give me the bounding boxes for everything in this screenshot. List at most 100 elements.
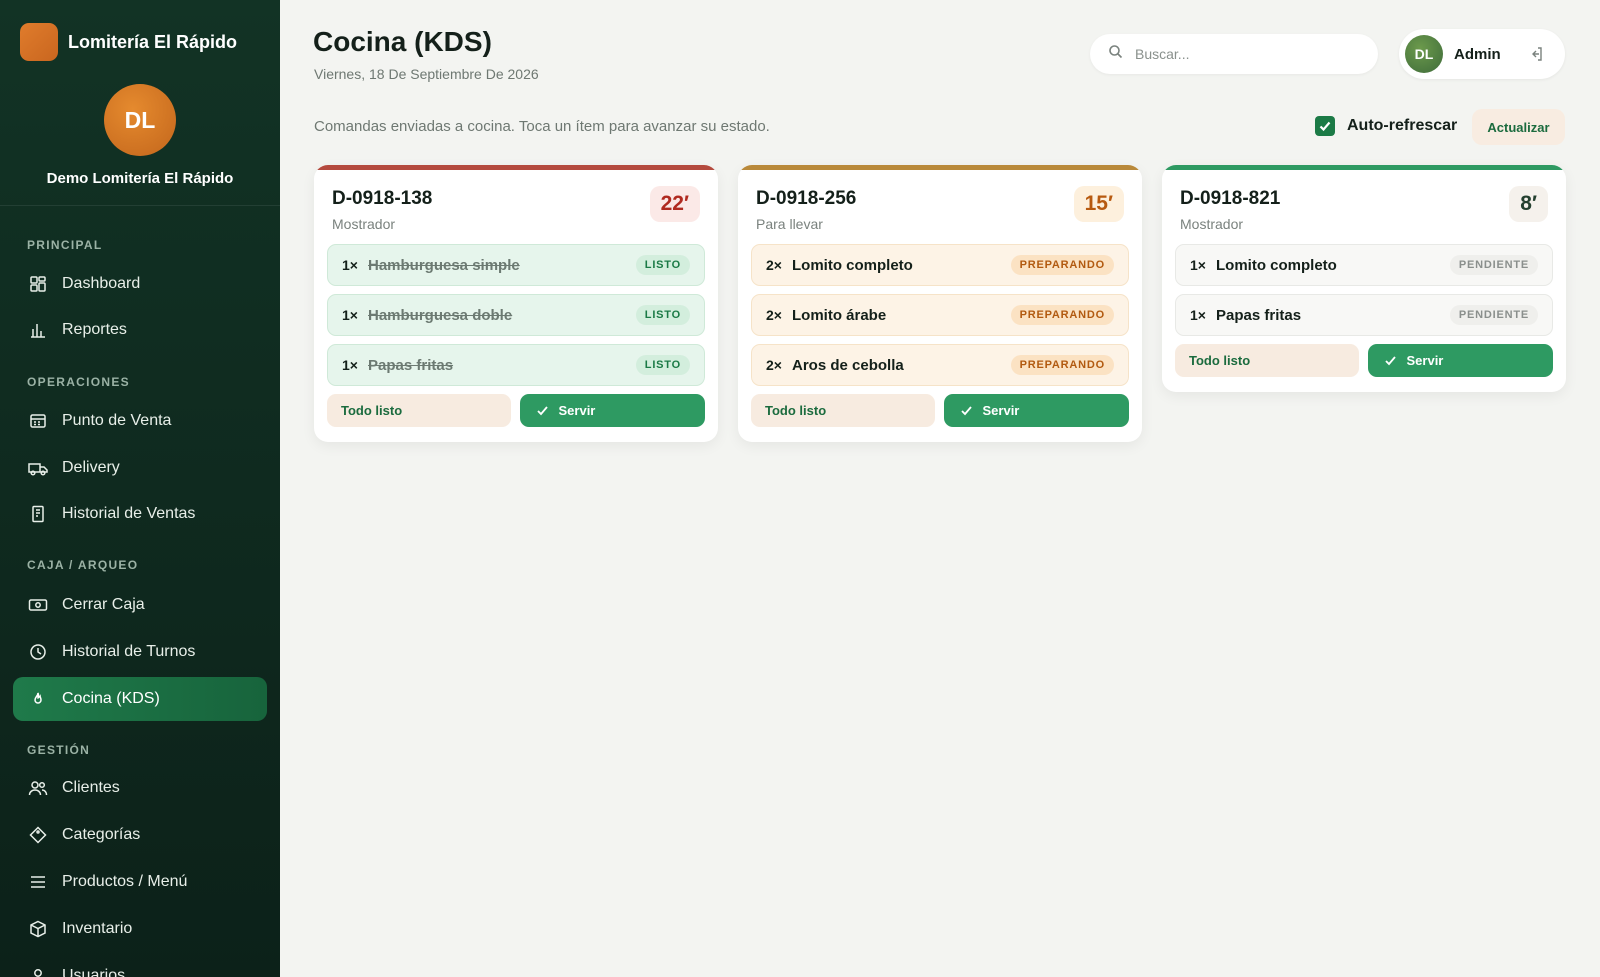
status-badge: PENDIENTE	[1449, 255, 1538, 275]
order-card: D-0918-256 Para llevar 15′ 2× Lomito com…	[738, 165, 1142, 442]
sidebar-item-categorias[interactable]: Categorías	[13, 813, 267, 857]
check-icon	[1384, 356, 1396, 366]
sidebar-item-label: Inventario	[62, 920, 133, 937]
user-icon	[28, 966, 48, 977]
avatar: DL	[1405, 35, 1443, 73]
search-icon	[1108, 44, 1123, 64]
bar-chart-icon	[28, 320, 48, 340]
search-input[interactable]	[1135, 46, 1355, 62]
sidebar-item-clientes[interactable]: Clientes	[13, 766, 267, 810]
sidebar-item-dashboard[interactable]: Dashboard	[13, 262, 267, 306]
item-name: Aros de cebolla	[792, 356, 904, 374]
user-menu[interactable]: DL Admin	[1399, 29, 1565, 79]
order-item[interactable]: 1× Hamburguesa simple LISTO	[327, 244, 705, 286]
order-item[interactable]: 2× Aros de cebolla PREPARANDO	[751, 344, 1129, 386]
item-name: Papas fritas	[1216, 306, 1302, 324]
order-card: D-0918-821 Mostrador 8′ 1× Lomito comple…	[1162, 165, 1566, 392]
refresh-button[interactable]: Actualizar	[1472, 109, 1565, 145]
status-badge: LISTO	[635, 355, 690, 375]
autorefresh-toggle[interactable]: Auto-refrescar	[1315, 116, 1457, 136]
all-ready-button[interactable]: Todo listo	[751, 394, 935, 427]
sidebar-item-label: Clientes	[62, 779, 120, 796]
order-item[interactable]: 2× Lomito árabe PREPARANDO	[751, 294, 1129, 336]
sidebar-item-cerrar-caja[interactable]: Cerrar Caja	[13, 583, 267, 627]
page-date: Viernes, 18 De Septiembre De 2026	[314, 66, 539, 82]
sidebar-item-delivery[interactable]: Delivery	[13, 446, 267, 490]
sidebar-item-usuarios[interactable]: Usuarios	[13, 954, 267, 977]
card-header: D-0918-256 Para llevar 15′	[738, 170, 1142, 244]
sidebar-item-label: Historial de Ventas	[62, 505, 196, 522]
item-qty: 1×	[342, 357, 358, 373]
sidebar-item-label: Cerrar Caja	[62, 596, 145, 613]
page-title: Cocina (KDS)	[313, 26, 492, 57]
sidebar-item-label: Cocina (KDS)	[62, 690, 160, 707]
item-qty: 1×	[1190, 307, 1206, 323]
status-badge: PREPARANDO	[1010, 255, 1114, 275]
brand-logo	[20, 23, 58, 61]
sidebar-item-inventario[interactable]: Inventario	[13, 907, 267, 951]
status-badge: PENDIENTE	[1449, 305, 1538, 325]
card-header: D-0918-138 Mostrador 22′	[314, 170, 718, 244]
brand[interactable]: Lomitería El Rápido	[0, 0, 280, 62]
sidebar-item-label: Historial de Turnos	[62, 643, 196, 660]
card-actions: Todo listo Servir	[751, 394, 1129, 427]
card-actions: Todo listo Servir	[1175, 344, 1553, 377]
status-badge: PREPARANDO	[1010, 305, 1114, 325]
order-type: Mostrador	[1180, 216, 1244, 232]
item-qty: 1×	[1190, 257, 1206, 273]
tag-icon	[28, 825, 48, 845]
sidebar-item-productos[interactable]: Productos / Menú	[13, 860, 267, 904]
sidebar-item-punto-de-venta[interactable]: Punto de Venta	[13, 399, 267, 443]
item-name: Hamburguesa simple	[368, 256, 520, 274]
menu-icon	[28, 872, 48, 892]
autorefresh-checkbox[interactable]	[1315, 116, 1335, 136]
item-qty: 2×	[766, 257, 782, 273]
card-header: D-0918-821 Mostrador 8′	[1162, 170, 1566, 244]
serve-label: Servir	[558, 403, 596, 418]
section-title-principal: PRINCIPAL	[27, 238, 103, 252]
logout-icon[interactable]	[1527, 45, 1545, 63]
order-item[interactable]: 2× Lomito completo PREPARANDO	[751, 244, 1129, 286]
order-item[interactable]: 1× Hamburguesa doble LISTO	[327, 294, 705, 336]
order-card: D-0918-138 Mostrador 22′ 1× Hamburguesa …	[314, 165, 718, 442]
all-ready-button[interactable]: Todo listo	[1175, 344, 1359, 377]
truck-icon	[28, 458, 48, 478]
serve-label: Servir	[982, 403, 1020, 418]
sidebar-item-label: Usuarios	[62, 967, 126, 977]
item-qty: 2×	[766, 357, 782, 373]
sidebar-item-historial-turnos[interactable]: Historial de Turnos	[13, 630, 267, 674]
register-icon	[28, 411, 48, 431]
status-badge: LISTO	[635, 255, 690, 275]
serve-button[interactable]: Servir	[519, 394, 705, 427]
clock-icon	[28, 642, 48, 662]
page-subtitle: Comandas enviadas a cocina. Toca un ítem…	[314, 118, 770, 135]
user-name: Admin	[1454, 45, 1501, 63]
grid-icon	[28, 274, 48, 294]
order-timer: 22′	[649, 186, 700, 222]
autorefresh-label: Auto-refrescar	[1347, 117, 1458, 134]
serve-button[interactable]: Servir	[943, 394, 1129, 427]
order-item[interactable]: 1× Papas fritas LISTO	[327, 344, 705, 386]
sidebar-item-reportes[interactable]: Reportes	[13, 308, 267, 352]
item-qty: 1×	[342, 257, 358, 273]
sidebar-item-label: Categorías	[62, 826, 141, 843]
sidebar-item-historial-ventas[interactable]: Historial de Ventas	[13, 492, 267, 536]
sidebar-item-label: Productos / Menú	[62, 873, 188, 890]
status-badge: LISTO	[635, 305, 690, 325]
avatar: DL	[104, 84, 176, 156]
all-ready-button[interactable]: Todo listo	[327, 394, 511, 427]
profile-card: DL Demo Lomitería El Rápido	[0, 62, 280, 206]
item-qty: 2×	[766, 307, 782, 323]
cash-icon	[28, 595, 48, 615]
serve-button[interactable]: Servir	[1367, 344, 1553, 377]
profile-name: Demo Lomitería El Rápido	[46, 170, 234, 187]
sidebar-item-label: Dashboard	[62, 275, 141, 292]
users-icon	[28, 778, 48, 798]
order-item[interactable]: 1× Papas fritas PENDIENTE	[1175, 294, 1553, 336]
order-item[interactable]: 1× Lomito completo PENDIENTE	[1175, 244, 1553, 286]
section-title-caja: CAJA / ARQUEO	[27, 558, 139, 572]
search-box[interactable]	[1090, 34, 1378, 74]
sidebar: Lomitería El Rápido DL Demo Lomitería El…	[0, 0, 280, 977]
brand-name: Lomitería El Rápido	[68, 31, 238, 52]
sidebar-item-cocina-kds[interactable]: Cocina (KDS)	[13, 677, 267, 721]
